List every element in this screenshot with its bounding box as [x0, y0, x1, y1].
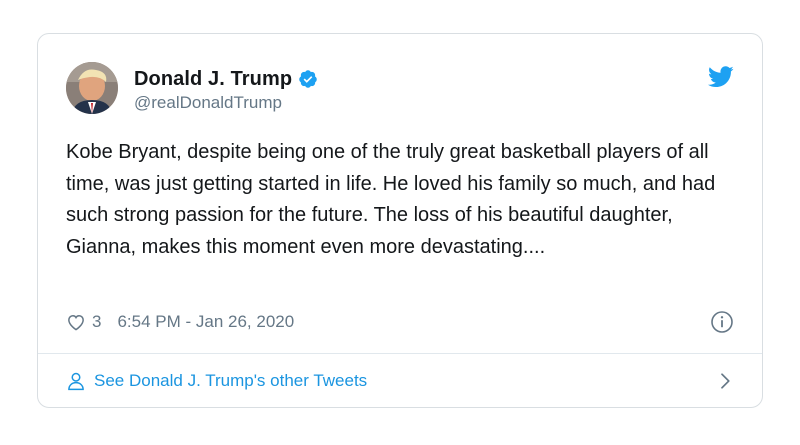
author-handle[interactable]: @realDonaldTrump [134, 93, 318, 113]
author-block: Donald J. Trump @realDonaldTrump [134, 66, 318, 113]
tweet-timestamp[interactable]: 6:54 PM - Jan 26, 2020 [117, 312, 294, 332]
tweet-card: Donald J. Trump @realDonaldTrump Kobe Br… [37, 33, 763, 408]
tweet-text: Kobe Bryant, despite being one of the tr… [66, 141, 716, 258]
author-display-name[interactable]: Donald J. Trump [134, 68, 292, 91]
tweet-header: Donald J. Trump @realDonaldTrump [66, 62, 734, 120]
avatar-image [66, 62, 118, 114]
chevron-right-icon [721, 373, 730, 389]
heart-icon [68, 314, 84, 331]
twitter-bird-icon[interactable] [708, 66, 734, 88]
like-count: 3 [92, 312, 102, 331]
tweet-meta: 3 6:54 PM - Jan 26, 2020 [66, 310, 734, 334]
like-button[interactable]: 3 [66, 312, 101, 332]
info-icon[interactable] [710, 310, 734, 334]
person-icon [68, 372, 84, 391]
verified-badge-icon [299, 70, 317, 88]
other-tweets-link[interactable]: See Donald J. Trump's other Tweets [66, 354, 734, 408]
avatar[interactable] [66, 62, 118, 114]
author-name-row: Donald J. Trump [134, 66, 318, 92]
other-tweets-label: See Donald J. Trump's other Tweets [94, 371, 368, 390]
